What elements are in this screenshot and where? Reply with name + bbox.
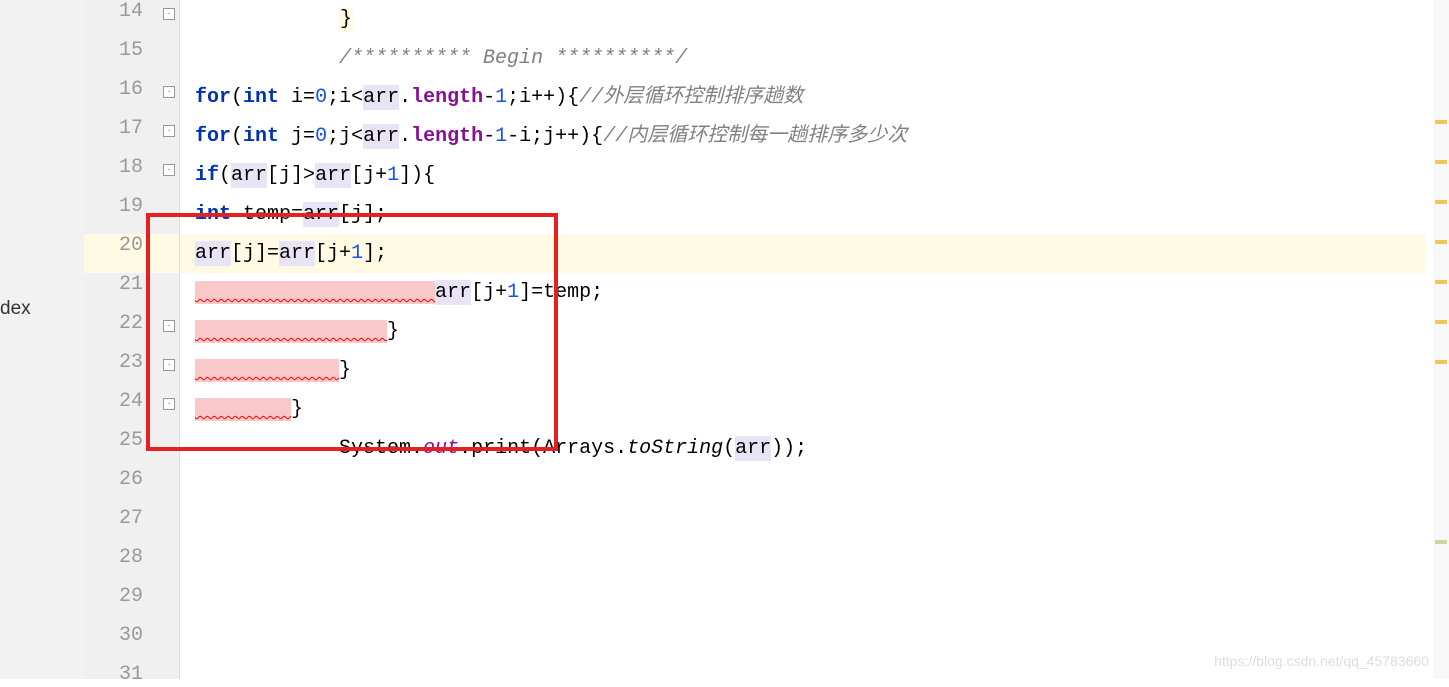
line-num-17: 17 <box>103 117 143 140</box>
line-num-18: 18 <box>103 156 143 179</box>
line-num-26: 26 <box>103 468 143 491</box>
marker-warning[interactable] <box>1435 120 1447 124</box>
marker-warning[interactable] <box>1435 160 1447 164</box>
code-line-23: } <box>195 351 351 390</box>
line-num-19: 19 <box>103 195 143 218</box>
marker-info[interactable] <box>1435 540 1447 544</box>
marker-strip[interactable] <box>1433 0 1449 679</box>
marker-warning[interactable] <box>1435 360 1447 364</box>
fold-icon[interactable]: - <box>163 125 175 137</box>
line-num-23: 23 <box>103 351 143 374</box>
line-num-21: 21 <box>103 273 143 296</box>
editor-area[interactable]: } /********** Begin **********/ for(int … <box>180 0 1425 679</box>
code-line-17: for(int j=0;j<arr.length-1-i;j++){//内层循环… <box>195 117 907 156</box>
line-num-27: 27 <box>103 507 143 530</box>
line-num-29: 29 <box>103 585 143 608</box>
code-line-15: /********** Begin **********/ <box>195 39 687 78</box>
watermark: https://blog.csdn.net/qq_45783660 <box>1214 653 1429 669</box>
marker-warning[interactable] <box>1435 320 1447 324</box>
marker-warning[interactable] <box>1435 240 1447 244</box>
fold-icon[interactable]: - <box>163 320 175 332</box>
code-line-25: System.out.print(Arrays.toString(arr)); <box>195 429 807 468</box>
fold-icon[interactable]: - <box>163 164 175 176</box>
marker-warning[interactable] <box>1435 280 1447 284</box>
line-num-30: 30 <box>103 624 143 647</box>
fold-icon[interactable]: - <box>163 8 175 20</box>
code-line-14: } <box>195 0 353 39</box>
line-num-25: 25 <box>103 429 143 452</box>
fold-icon[interactable]: - <box>163 359 175 371</box>
code-line-16: for(int i=0;i<arr.length-1;i++){//外层循环控制… <box>195 78 803 117</box>
line-num-20: 20 <box>103 234 143 257</box>
code-line-22: } <box>195 312 399 351</box>
code-line-18: if(arr[j]>arr[j+1]){ <box>195 156 435 195</box>
panel-text: dex <box>0 298 31 320</box>
fold-icon[interactable]: - <box>163 86 175 98</box>
code-line-24: } <box>195 390 303 429</box>
project-panel: dex <box>0 0 84 679</box>
line-num-14: 14 <box>103 0 143 23</box>
line-num-28: 28 <box>103 546 143 569</box>
code-line-21: arr[j+1]=temp; <box>195 273 603 312</box>
line-num-31: 31 <box>103 663 143 686</box>
marker-warning[interactable] <box>1435 200 1447 204</box>
line-num-22: 22 <box>103 312 143 335</box>
line-num-16: 16 <box>103 78 143 101</box>
fold-icon[interactable]: - <box>163 398 175 410</box>
line-num-15: 15 <box>103 39 143 62</box>
code-line-20: arr[j]=arr[j+1]; <box>195 234 387 273</box>
line-num-24: 24 <box>103 390 143 413</box>
gutter[interactable]: 14 15 16 17 18 19 20 21 22 23 24 25 26 2… <box>84 0 180 679</box>
code-line-19: int temp=arr[j]; <box>195 195 387 234</box>
